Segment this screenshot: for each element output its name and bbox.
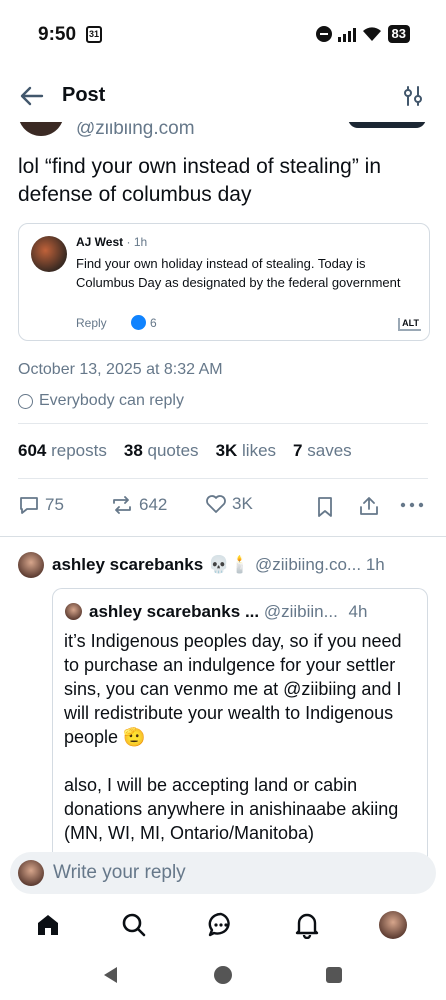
post-timestamp: October 13, 2025 at 8:32 AM bbox=[18, 361, 223, 378]
quoted-reply-link[interactable]: Reply bbox=[76, 316, 107, 330]
quoted-post-text: Find your own holiday instead of stealin… bbox=[76, 256, 401, 290]
more-options-icon[interactable] bbox=[400, 500, 424, 510]
reply-author-handle: @ziibiing.co... bbox=[255, 555, 362, 574]
calendar-notification-icon: 31 bbox=[86, 26, 102, 43]
bell-icon bbox=[295, 913, 319, 939]
system-back-icon[interactable] bbox=[104, 967, 117, 983]
post-text: lol “find your own instead of stealing” … bbox=[18, 155, 382, 206]
reply-quoted-time: 4h bbox=[348, 602, 368, 621]
top-header: Post bbox=[0, 70, 446, 122]
nav-profile[interactable] bbox=[378, 910, 408, 940]
reply-quoted-author-handle: @ziibiin... bbox=[263, 602, 338, 621]
engagement-stats: 604 reposts 38 quotes 3K likes 7 saves bbox=[18, 441, 352, 461]
system-navigation-bar bbox=[0, 956, 446, 1000]
reply-setting-label: Everybody can reply bbox=[39, 392, 184, 409]
post-actions: 75 642 3K bbox=[0, 490, 446, 524]
quoted-like-number: 6 bbox=[150, 315, 157, 330]
wifi-icon bbox=[362, 27, 381, 41]
home-icon bbox=[38, 915, 58, 935]
quoted-like-count: 6 bbox=[131, 315, 157, 330]
divider bbox=[18, 478, 428, 479]
system-home-icon[interactable] bbox=[214, 966, 232, 984]
saves-stat[interactable]: 7 saves bbox=[293, 441, 352, 461]
saves-label: saves bbox=[307, 441, 352, 460]
quotes-stat[interactable]: 38 quotes bbox=[124, 441, 199, 461]
repost-count: 642 bbox=[139, 495, 168, 514]
reply-composer-placeholder: Write your reply bbox=[53, 862, 186, 883]
quotes-count: 38 bbox=[123, 441, 143, 460]
status-icons: 83 bbox=[315, 25, 410, 43]
nav-search[interactable] bbox=[119, 910, 149, 940]
chat-icon bbox=[208, 912, 230, 937]
quoted-author-avatar[interactable] bbox=[31, 236, 67, 272]
alt-text-badge[interactable]: ALT bbox=[398, 318, 421, 331]
like-button[interactable]: 3K bbox=[205, 494, 253, 514]
reply-setting: Everybody can reply bbox=[18, 392, 184, 410]
reply-button[interactable]: 75 bbox=[18, 494, 64, 516]
nav-notifications[interactable] bbox=[292, 910, 322, 940]
reposts-stat[interactable]: 604 reposts bbox=[18, 441, 107, 461]
do-not-disturb-icon bbox=[315, 26, 332, 42]
nav-home[interactable] bbox=[33, 910, 63, 940]
repost-icon bbox=[113, 496, 131, 514]
globe-icon bbox=[18, 393, 33, 409]
likes-stat[interactable]: 3K likes bbox=[216, 441, 276, 461]
quoted-author-row: AJ West · 1h bbox=[76, 235, 148, 249]
reply-author-name: ashley scarebanks 💀🕯️ bbox=[52, 555, 251, 574]
saves-count: 7 bbox=[293, 441, 303, 460]
quotes-label: quotes bbox=[147, 441, 199, 460]
like-count: 3K bbox=[232, 494, 253, 513]
reposts-label: reposts bbox=[51, 441, 107, 460]
search-icon bbox=[122, 913, 146, 937]
share-icon[interactable] bbox=[358, 495, 380, 517]
page-title: Post bbox=[62, 84, 106, 106]
divider bbox=[18, 423, 428, 424]
back-arrow-icon[interactable] bbox=[18, 84, 46, 108]
heart-icon bbox=[206, 495, 226, 513]
cell-signal-icon bbox=[337, 26, 356, 42]
reply-composer[interactable]: Write your reply bbox=[10, 852, 436, 894]
battery-indicator: 83 bbox=[387, 25, 410, 43]
reply-quoted-post-card[interactable]: ashley scarebanks ... @ziibiin... 4h it’… bbox=[52, 588, 428, 858]
reply-count: 75 bbox=[45, 495, 64, 514]
comment-icon bbox=[20, 497, 38, 514]
current-user-avatar bbox=[18, 860, 44, 886]
bookmark-icon[interactable] bbox=[315, 496, 335, 518]
system-recents-icon[interactable] bbox=[326, 967, 342, 983]
likes-label: likes bbox=[242, 441, 277, 460]
reply-author-avatar[interactable] bbox=[18, 552, 44, 578]
reply-quoted-text: it’s Indigenous peoples day, so if you n… bbox=[64, 629, 419, 845]
profile-avatar bbox=[379, 911, 407, 939]
thread-settings-icon[interactable] bbox=[402, 85, 424, 107]
status-bar: 9:50 31 83 bbox=[0, 0, 446, 70]
bottom-navigation bbox=[0, 898, 446, 956]
repost-button[interactable]: 642 bbox=[110, 494, 167, 516]
status-time: 9:50 bbox=[38, 24, 77, 45]
nav-chat[interactable] bbox=[206, 910, 236, 940]
reply-time: 1h bbox=[365, 555, 385, 574]
reply-quoted-author-name: ashley scarebanks ... bbox=[89, 602, 260, 621]
reply-quoted-paragraph: it’s Indigenous peoples day, so if you n… bbox=[64, 631, 402, 747]
quoted-post-card[interactable]: AJ West · 1h Find your own holiday inste… bbox=[18, 223, 430, 341]
reply-quoted-author-avatar[interactable] bbox=[65, 603, 82, 620]
reply-quoted-paragraph: also, I will be accepting land or cabin … bbox=[64, 775, 399, 843]
thumbs-up-icon bbox=[131, 315, 146, 330]
likes-count: 3K bbox=[215, 441, 238, 460]
reposts-count: 604 bbox=[18, 441, 47, 460]
reply-quoted-author-row: ashley scarebanks ... @ziibiin... 4h bbox=[89, 602, 419, 622]
quoted-post-time: 1h bbox=[133, 235, 148, 249]
quoted-author-name: AJ West bbox=[76, 235, 124, 249]
reply-author-row[interactable]: ashley scarebanks 💀🕯️ @ziibiing.co... 1h bbox=[52, 555, 432, 575]
thread-separator bbox=[0, 536, 446, 537]
